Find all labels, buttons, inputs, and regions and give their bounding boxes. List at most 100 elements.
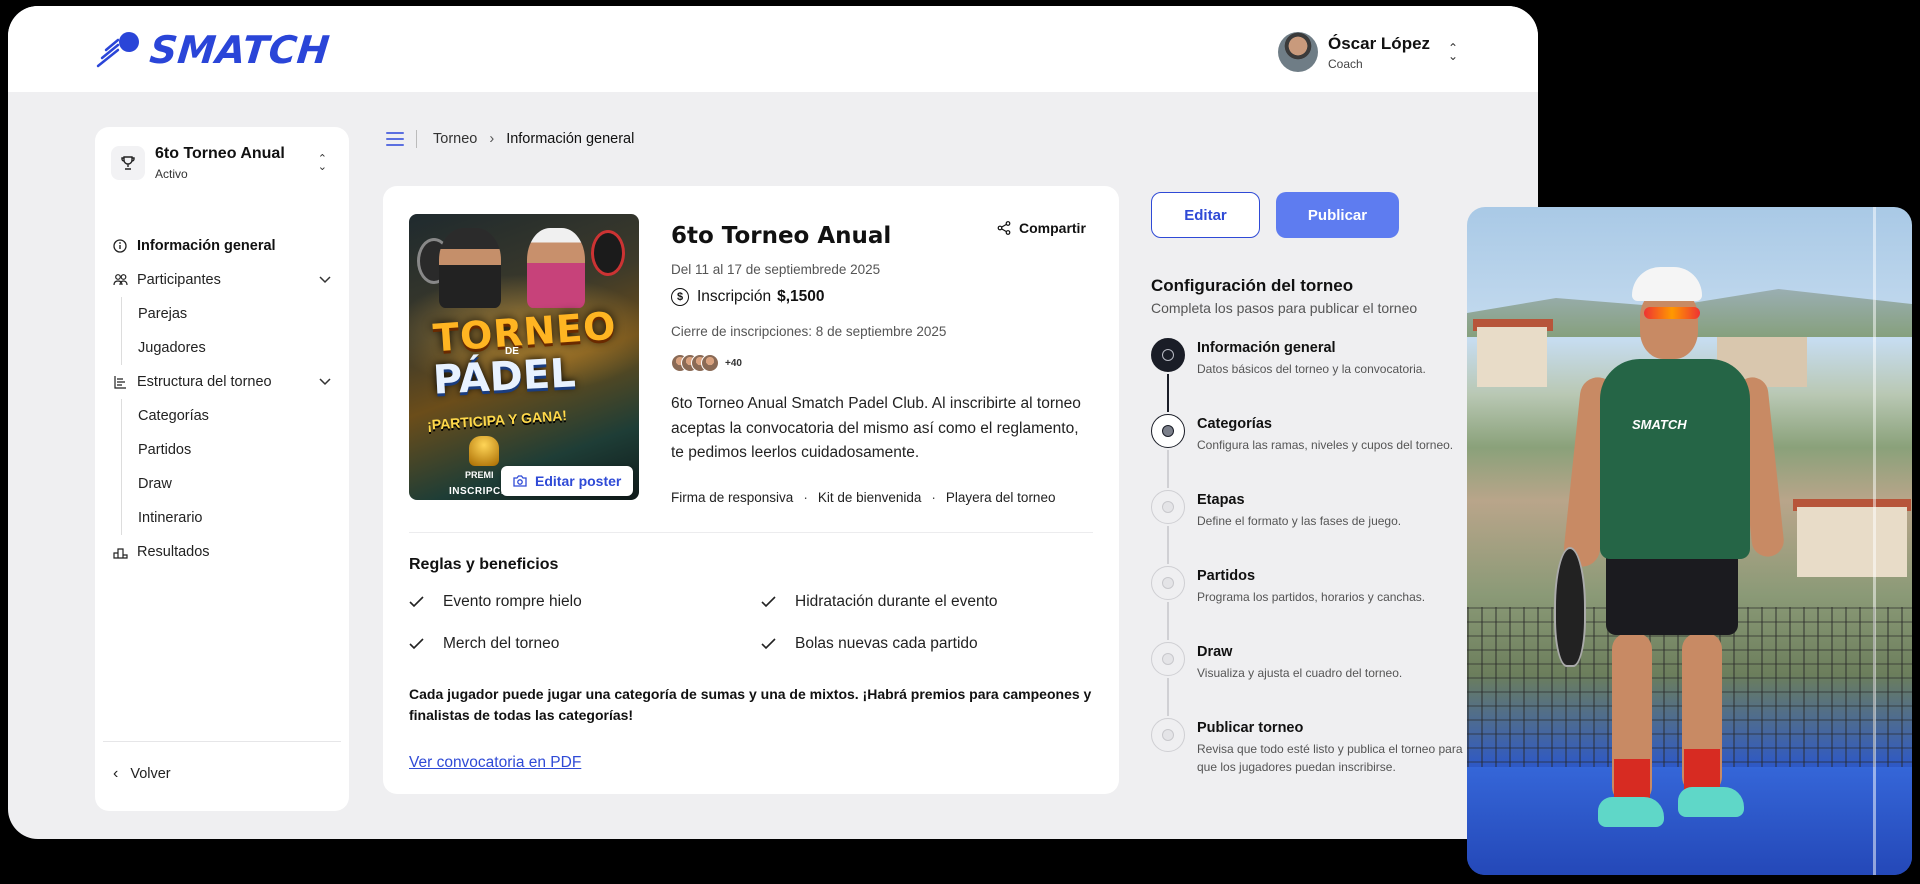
player-photo: SMATCH [1467,207,1912,875]
edit-poster-label: Editar poster [535,473,622,489]
top-bar: SMATCH Óscar López Coach ⌃ ⌄ [8,6,1538,92]
padel-player: SMATCH [1554,267,1786,867]
perk-item: Firma de responsiva [671,490,794,505]
sidebar-subitem-parejas[interactable]: Parejas [138,297,333,331]
share-button[interactable]: Compartir [997,220,1086,236]
racket-shape [1554,547,1586,667]
racket-shape [591,230,625,276]
step-title: Partidos [1197,568,1256,584]
sidebar-item-label: Resultados [137,544,210,560]
back-button[interactable]: ‹ Volver [113,765,171,783]
card-divider [409,532,1093,533]
sidebar-divider [103,741,341,742]
poster-player-female [527,228,585,308]
pdf-convocatoria-link[interactable]: Ver convocatoria en PDF [409,754,581,772]
tournament-dates: Del 11 al 17 de septiembrede 2025 [671,262,881,277]
avatar [701,354,719,372]
config-subtitle: Completa los pasos para publicar el torn… [1151,300,1418,316]
step-connector [1167,374,1169,412]
rule-item: Merch del torneo [409,632,761,656]
step-categorias[interactable]: Categorías Configura las ramas, niveles … [1151,414,1481,490]
estructura-submenu: Categorías Partidos Draw Intinerario [121,399,333,535]
sidebar-item-estructura[interactable]: Estructura del torneo [111,365,333,399]
chevron-up-down-icon: ⌃ ⌄ [1448,41,1459,63]
perks-list: Firma de responsiva · Kit de bienvenida … [671,490,1056,505]
shirt-brand-text: SMATCH [1632,417,1687,432]
fee-value: $,1500 [777,288,825,305]
share-label: Compartir [1019,220,1086,236]
config-title: Configuración del torneo [1151,276,1354,295]
app-window: SMATCH Óscar López Coach ⌃ ⌄ 6to Torneo A… [8,6,1538,839]
step-partidos[interactable]: Partidos Programa los partidos, horarios… [1151,566,1481,642]
breadcrumb-root[interactable]: Torneo [433,131,477,147]
sidebar-item-informacion-general[interactable]: Información general [111,229,333,263]
step-indicator [1151,642,1185,676]
step-informacion-general[interactable]: Información general Datos básicos del to… [1151,338,1481,414]
sidebar-item-participantes[interactable]: Participantes [111,263,333,297]
check-icon [409,596,425,608]
registration-close-date: Cierre de inscripciones: 8 de septiembre… [671,324,947,339]
sidebar-subitem-draw[interactable]: Draw [138,467,333,501]
trophy-icon [111,146,145,180]
sidebar-subitem-partidos[interactable]: Partidos [138,433,333,467]
step-connector [1167,678,1169,716]
step-title: Draw [1197,644,1233,660]
breadcrumb-current: Información general [506,131,635,147]
rules-list: Evento rompre hielo Hidratación durante … [409,590,1089,656]
check-icon [761,638,777,650]
sidebar-subitem-jugadores[interactable]: Jugadores [138,331,333,365]
step-connector [1167,450,1169,488]
step-description: Programa los partidos, horarios y cancha… [1197,590,1426,604]
participantes-submenu: Parejas Jugadores [121,297,333,365]
avatars-more-count: +40 [725,357,742,369]
participants-avatars[interactable]: +40 [671,354,742,372]
structure-icon [111,375,129,389]
rule-item: Evento rompre hielo [409,590,761,614]
fee-label: Inscripción [697,288,772,305]
info-icon [111,239,129,253]
sidebar-item-label: Estructura del torneo [137,374,272,390]
step-etapas[interactable]: Etapas Define el formato y las fases de … [1151,490,1481,566]
edit-poster-button[interactable]: Editar poster [501,466,634,496]
rule-item: Hidratación durante el evento [761,590,1081,614]
publish-button[interactable]: Publicar [1276,192,1399,238]
back-label: Volver [130,766,171,782]
step-indicator [1151,414,1185,448]
rules-note: Cada jugador puede jugar una categoría d… [409,686,1092,723]
sidebar-subitem-categorias[interactable]: Categorías [138,399,333,433]
user-avatar [1278,32,1318,72]
sidebar-item-resultados[interactable]: Resultados [111,535,333,569]
step-draw[interactable]: Draw Visualiza y ajusta el cuadro del to… [1151,642,1481,718]
poster-line-2: PÁDEL [431,350,577,404]
brand-logo[interactable]: SMATCH [96,28,332,72]
tournament-description: 6to Torneo Anual Smatch Padel Club. Al i… [671,395,1081,461]
step-description: Define el formato y las fases de juego. [1197,514,1402,528]
sidebar-item-label: Participantes [137,272,221,288]
perk-item: Playera del torneo [945,490,1056,505]
edit-button[interactable]: Editar [1151,192,1260,238]
tournament-selector[interactable]: 6to Torneo Anual Activo ⌃ ⌄ [111,145,333,181]
menu-icon[interactable] [386,132,404,146]
step-indicator [1151,718,1185,752]
people-icon [111,273,129,287]
step-title: Información general [1197,340,1336,356]
step-description: Configura las ramas, niveles y cupos del… [1197,438,1454,452]
check-icon [761,596,777,608]
sidebar-subitem-itinerario[interactable]: Intinerario [138,501,333,535]
camera-icon [513,475,527,487]
step-description: Datos básicos del torneo y la convocator… [1197,362,1426,376]
sidebar-nav: Información general Participantes Pareja… [111,229,333,569]
perk-item: Kit de bienvenida [817,490,922,505]
config-steps: Información general Datos básicos del to… [1151,338,1481,794]
step-description: Visualiza y ajusta el cuadro del torneo. [1197,666,1403,680]
step-publicar-torneo[interactable]: Publicar torneo Revisa que todo esté lis… [1151,718,1481,794]
check-icon [409,638,425,650]
step-title: Publicar torneo [1197,720,1304,736]
step-connector [1167,526,1169,564]
breadcrumb: Torneo › Información general [386,130,634,148]
share-icon [997,221,1011,235]
step-title: Categorías [1197,416,1272,432]
dollar-coin-icon: $ [671,288,689,306]
user-menu[interactable]: Óscar López Coach ⌃ ⌄ [1278,32,1458,72]
tournament-name: 6to Torneo Anual [155,145,285,162]
